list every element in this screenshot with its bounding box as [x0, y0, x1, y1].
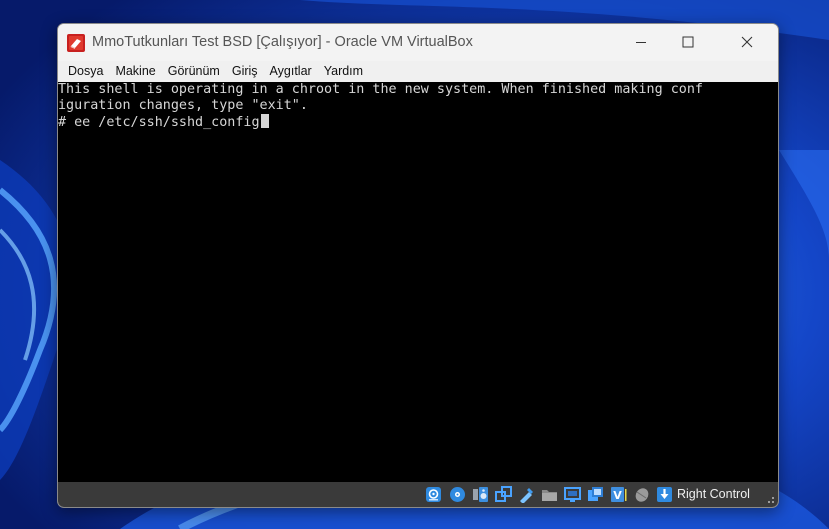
- menu-dosya[interactable]: Dosya: [62, 61, 109, 82]
- optical-drive-icon[interactable]: [449, 486, 466, 503]
- display-icon[interactable]: [564, 486, 581, 503]
- menu-bar: Dosya Makine Görünüm Giriş Aygıtlar Yard…: [58, 61, 778, 82]
- audio-icon[interactable]: [472, 486, 489, 503]
- hard-disk-icon[interactable]: [425, 486, 442, 503]
- vm-console-screen[interactable]: This shell is operating in a chroot in t…: [58, 82, 778, 482]
- window-title: MmoTutkunları Test BSD [Çalışıyor] - Ora…: [92, 34, 473, 50]
- console-prompt-line: # ee /etc/ssh/sshd_config: [58, 114, 269, 131]
- usb-icon[interactable]: [518, 486, 535, 503]
- network-icon[interactable]: [495, 486, 512, 503]
- title-bar[interactable]: MmoTutkunları Test BSD [Çalışıyor] - Ora…: [58, 24, 778, 61]
- virtualbox-vm-window: MmoTutkunları Test BSD [Çalışıyor] - Ora…: [57, 23, 779, 508]
- minimize-button[interactable]: [618, 30, 664, 54]
- menu-gorunum[interactable]: Görünüm: [162, 61, 226, 82]
- recording-icon[interactable]: [587, 486, 604, 503]
- close-button[interactable]: [724, 30, 770, 54]
- virtualization-icon[interactable]: V: [610, 486, 627, 503]
- shared-folders-icon[interactable]: [541, 486, 558, 503]
- status-bar: V Right Control: [58, 482, 778, 507]
- keyboard-icon[interactable]: [656, 486, 673, 503]
- menu-aygitlar[interactable]: Aygıtlar: [264, 61, 318, 82]
- maximize-icon: [682, 36, 694, 48]
- console-line: This shell is operating in a chroot in t…: [58, 82, 703, 97]
- resize-grip-icon[interactable]: [765, 494, 775, 504]
- mouse-integration-icon[interactable]: [633, 486, 650, 503]
- text-cursor: [260, 114, 269, 128]
- virtualbox-icon: [67, 34, 85, 52]
- svg-text:V: V: [613, 489, 622, 502]
- minimize-icon: [636, 42, 646, 43]
- close-icon: [741, 36, 753, 48]
- console-line: iguration changes, type "exit".: [58, 98, 308, 113]
- maximize-button[interactable]: [665, 30, 711, 54]
- menu-makine[interactable]: Makine: [109, 61, 161, 82]
- console-command: # ee /etc/ssh/sshd_config: [58, 115, 260, 130]
- menu-yardim[interactable]: Yardım: [318, 61, 369, 82]
- host-key-label: Right Control: [677, 487, 750, 501]
- menu-giris[interactable]: Giriş: [226, 61, 264, 82]
